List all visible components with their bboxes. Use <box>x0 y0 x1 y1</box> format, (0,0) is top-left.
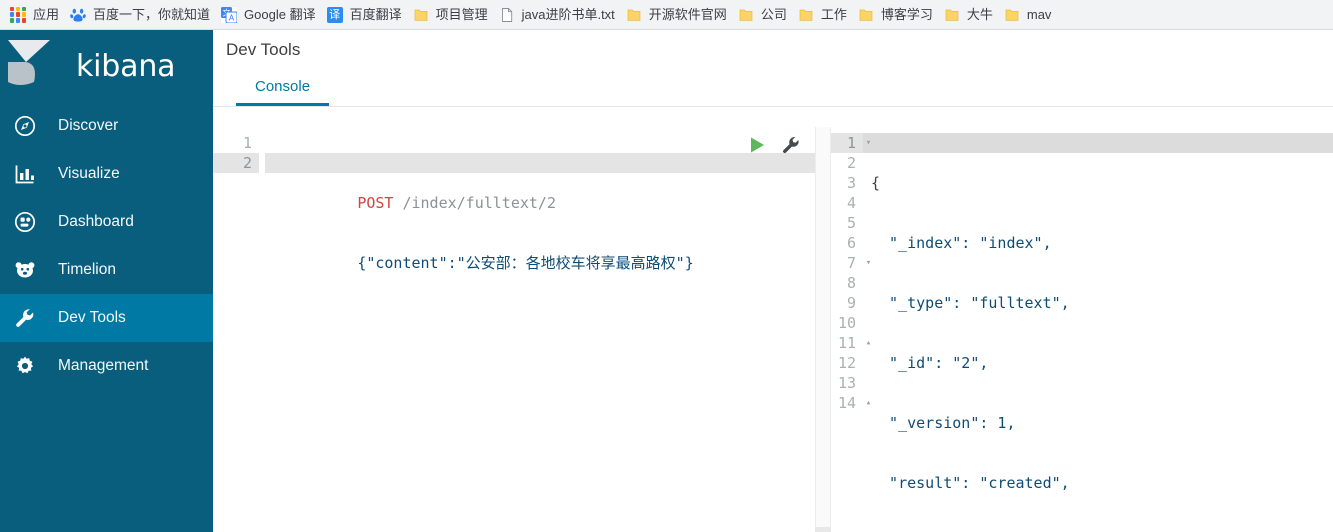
bookmark-label: mav <box>1026 6 1052 22</box>
folder-icon <box>1004 7 1020 23</box>
console-panes: 1 2 POST /index/fulltext/2 {"content":"公… <box>213 127 1333 532</box>
sidebar-item-discover[interactable]: Discover <box>0 102 213 150</box>
bookmark-label: 应用 <box>33 6 60 22</box>
folder-icon <box>798 7 814 23</box>
bookmark-file-java-txt[interactable]: java进阶书单.txt <box>495 3 622 27</box>
response-code[interactable]: { "_index": "index", "_type": "fulltext"… <box>863 127 1070 532</box>
bookmark-label: Google 翻译 <box>244 6 316 22</box>
bookmark-folder-work[interactable]: 工作 <box>794 3 854 27</box>
bookmark-google-translate[interactable]: 文 A Google 翻译 <box>217 3 323 27</box>
wrench-icon[interactable] <box>781 135 801 155</box>
apps-grid-icon <box>10 6 26 23</box>
bookmark-apps[interactable]: 应用 <box>6 3 66 27</box>
sidebar-item-visualize[interactable]: Visualize <box>0 150 213 198</box>
wrench-icon <box>14 307 44 329</box>
request-editor[interactable]: 1 2 POST /index/fulltext/2 {"content":"公… <box>213 127 817 532</box>
sidebar-item-dev-tools[interactable]: Dev Tools <box>0 294 213 342</box>
http-method: POST <box>357 194 394 212</box>
file-icon <box>499 7 515 23</box>
bookmark-folder-project-management[interactable]: 项目管理 <box>409 3 495 27</box>
bookmark-label: 博客学习 <box>880 6 933 22</box>
sidebar-item-management[interactable]: Management <box>0 342 213 390</box>
folder-icon <box>738 7 754 23</box>
google-translate-icon: 文 A <box>221 6 238 23</box>
code-line: POST /index/fulltext/2 <box>259 173 694 212</box>
browser-bookmarks-bar: 应用 百度一下，你就知道 文 A Google 翻译 译 百度翻译 <box>0 0 1333 30</box>
code-line: "_version": 1, <box>871 414 1016 432</box>
main-content: Dev Tools Console 1 2 POST /index/fullte… <box>213 30 1333 532</box>
folder-icon <box>413 7 429 23</box>
sidebar-item-label: Dev Tools <box>58 309 126 326</box>
baidu-translate-icon: 译 <box>326 6 343 23</box>
sidebar-item-label: Timelion <box>58 261 116 278</box>
bar-chart-icon <box>14 163 44 185</box>
bookmark-label: 百度翻译 <box>349 6 402 22</box>
sidebar-item-label: Management <box>58 357 149 374</box>
baidu-icon <box>70 7 86 23</box>
sidebar-item-dashboard[interactable]: Dashboard <box>0 198 213 246</box>
folder-icon <box>626 7 642 23</box>
request-gutter: 1 2 <box>213 127 259 532</box>
pane-splitter-handle[interactable] <box>815 127 831 532</box>
bookmark-folder-company[interactable]: 公司 <box>734 3 794 27</box>
bookmark-label: 百度一下，你就知道 <box>93 6 211 22</box>
code-line: "result": "created", <box>871 474 1070 492</box>
tab-console[interactable]: Console <box>236 78 330 106</box>
tab-bar: Console <box>213 72 1333 107</box>
bookmark-folder-blog-study[interactable]: 博客学习 <box>854 3 940 27</box>
request-code[interactable]: POST /index/fulltext/2 {"content":"公安部：各… <box>259 127 694 532</box>
line-number: 1 <box>242 134 252 152</box>
bear-icon <box>14 259 44 281</box>
bookmark-baidu-translate[interactable]: 译 百度翻译 <box>323 3 409 27</box>
line-number: 2 <box>213 153 259 173</box>
bookmark-label: 开源软件官网 <box>648 6 727 22</box>
sidebar-item-label: Discover <box>58 117 119 134</box>
svg-text:A: A <box>229 13 235 22</box>
kibana-brand[interactable]: kibana <box>0 30 213 102</box>
request-actions <box>747 135 801 155</box>
code-line: "_index": "index", <box>871 234 1052 252</box>
bookmark-folder-maven[interactable]: mav <box>1000 3 1059 27</box>
sidebar-item-timelion[interactable]: Timelion <box>0 246 213 294</box>
kibana-logo-icon <box>4 36 70 96</box>
code-line: "_id": "2", <box>871 354 989 372</box>
bookmark-label: java进阶书单.txt <box>521 6 615 22</box>
dashboard-icon <box>14 211 44 233</box>
bookmark-label: 工作 <box>820 6 847 22</box>
bookmark-folder-daniu[interactable]: 大牛 <box>940 3 1000 27</box>
code-line: "_type": "fulltext", <box>871 294 1070 312</box>
folder-icon <box>944 7 960 23</box>
sidebar-item-label: Dashboard <box>58 213 134 230</box>
bookmark-label: 大牛 <box>966 6 993 22</box>
bookmark-folder-opensource[interactable]: 开源软件官网 <box>622 3 734 27</box>
send-request-play-icon[interactable] <box>747 135 767 155</box>
bookmark-baidu[interactable]: 百度一下，你就知道 <box>66 3 217 27</box>
response-editor[interactable]: 1 ▾ 2 3 4 5 6 7 ▾ 8 9 10 11 ▴ 12 13 14 ▴ { "… <box>817 127 1333 532</box>
bookmark-label: 项目管理 <box>435 6 488 22</box>
folder-icon <box>858 7 874 23</box>
kibana-brand-label: kibana <box>76 48 176 84</box>
request-path-value: /index/fulltext/2 <box>402 194 556 212</box>
page-title: Dev Tools <box>226 40 301 59</box>
compass-icon <box>14 115 44 137</box>
sidebar-item-label: Visualize <box>58 165 120 182</box>
kibana-sidebar: kibana Discover Visualize Dashboard Time… <box>0 30 213 532</box>
bookmark-label: 公司 <box>760 6 787 22</box>
code-line: { <box>871 174 881 192</box>
gear-icon <box>14 355 44 377</box>
code-line: {"content":"公安部：各地校车将享最高路权"} <box>259 233 693 272</box>
request-body: {"content":"公安部：各地校车将享最高路权"} <box>357 254 694 272</box>
horizontal-scrollbar[interactable] <box>815 527 831 532</box>
